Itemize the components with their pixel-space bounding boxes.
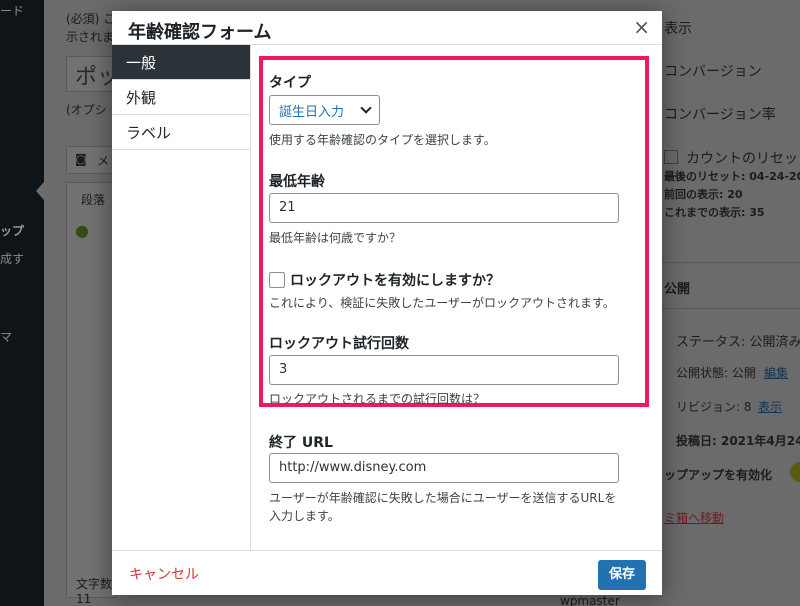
total-display: これまでの表示: 35 bbox=[664, 206, 765, 219]
stat-display: 表示 bbox=[664, 21, 692, 37]
optional-note: (オプシ bbox=[66, 103, 107, 117]
visibility-edit-link: 編集 bbox=[764, 366, 789, 380]
modal-title: 年齢確認フォーム bbox=[128, 22, 272, 43]
type-help: 使用する年齢確認のタイプを選択します。 bbox=[269, 133, 496, 147]
type-label: タイプ bbox=[269, 75, 311, 91]
lockout-label[interactable]: ロックアウトを有効にしますか？ bbox=[290, 270, 500, 290]
close-icon[interactable]: × bbox=[633, 17, 650, 37]
char-count-value: 11 bbox=[76, 592, 92, 606]
revision-row: リビジョン: 8 bbox=[676, 400, 752, 414]
reset-checkbox bbox=[664, 150, 678, 164]
visibility-row: 公開状態: 公開 bbox=[676, 366, 756, 380]
min-age-input[interactable]: 21 bbox=[269, 193, 619, 223]
menu-item: ード bbox=[0, 4, 25, 18]
menu-item: マ bbox=[0, 330, 13, 344]
posted-on-row: 投稿日: 2021年4月24日 bbox=[676, 434, 800, 448]
attempts-label: ロックアウト試行回数 bbox=[269, 336, 409, 352]
stat-conversion: コンバージョン bbox=[664, 64, 762, 80]
reset-label: カウントのリセッ bbox=[686, 151, 798, 167]
stat-conversion-rate: コンバージョン率 bbox=[664, 107, 776, 123]
modal-footer: キャンセル 保存 bbox=[112, 550, 662, 595]
publish-heading: 公開 bbox=[664, 282, 691, 297]
tab-general[interactable]: 一般 bbox=[112, 45, 250, 80]
active-menu-arrow-icon bbox=[36, 182, 44, 200]
modal-content: タイプ 誕生日入力 使用する年齢確認のタイプを選択します。 最低年齢 21 最低… bbox=[252, 45, 662, 550]
cancel-link[interactable]: キャンセル bbox=[129, 564, 199, 584]
attempts-help: ロックアウトされるまでの試行回数は？ bbox=[269, 392, 486, 406]
lockout-checkbox[interactable] bbox=[269, 272, 285, 288]
popup-enable-label: ップアップを有効化 bbox=[664, 468, 773, 482]
author-name: wpmaster bbox=[560, 594, 620, 606]
editor-icon: ● bbox=[75, 221, 89, 240]
age-verification-modal: 年齢確認フォーム × 一般 外観 ラベル タイプ 誕生日入力 使用する年齢確認の… bbox=[112, 11, 662, 595]
tab-appearance[interactable]: 外観 bbox=[112, 80, 250, 115]
prev-display: 前回の表示: 20 bbox=[664, 188, 743, 201]
last-reset: 最後のリセット: 04-24-202 bbox=[664, 170, 800, 183]
add-media-button: ◙ メ bbox=[66, 146, 116, 174]
required-note: (必須) こ bbox=[66, 12, 116, 26]
revision-show-link: 表示 bbox=[758, 400, 783, 414]
exit-url-label: 終了 URL bbox=[269, 435, 333, 451]
lockout-help: これにより、検証に失敗したユーザーがロックアウトされます。 bbox=[269, 296, 615, 310]
modal-header: 年齢確認フォーム × bbox=[112, 11, 662, 45]
required-note-2: 示されま bbox=[66, 30, 115, 44]
type-select[interactable]: 誕生日入力 bbox=[269, 95, 380, 125]
menu-item: 成す bbox=[0, 252, 25, 266]
save-button[interactable]: 保存 bbox=[598, 560, 646, 590]
menu-item: ップ bbox=[0, 224, 25, 238]
type-select-value: 誕生日入力 bbox=[279, 105, 345, 120]
paragraph-select: 段落 bbox=[81, 193, 106, 207]
attempts-input[interactable]: 3 bbox=[269, 355, 619, 385]
exit-url-input[interactable]: http://www.disney.com bbox=[269, 453, 619, 483]
modal-tabs: 一般 外観 ラベル bbox=[112, 45, 251, 550]
char-count-label: 文字数 bbox=[76, 577, 113, 591]
exit-url-help: ユーザーが年齢確認に失敗した場合にユーザーを送信するURLを bbox=[269, 491, 617, 505]
trash-link: ミ箱へ移動 bbox=[664, 511, 725, 525]
chevron-down-icon bbox=[360, 102, 372, 114]
tab-labels[interactable]: ラベル bbox=[112, 115, 250, 150]
status-row: ステータス: 公開済み bbox=[676, 335, 800, 350]
min-age-label: 最低年齢 bbox=[269, 174, 325, 190]
editor-area: 段落 ● bbox=[66, 182, 116, 598]
exit-url-help-2: 入力します。 bbox=[269, 509, 340, 523]
min-age-help: 最低年齢は何歳ですか？ bbox=[269, 231, 402, 245]
admin-sidebar: ード ップ 成す マ bbox=[0, 0, 44, 606]
